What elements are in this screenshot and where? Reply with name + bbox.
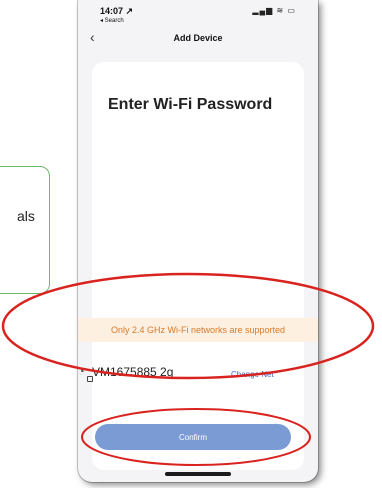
nav-bar: ‹ Add Device	[78, 28, 318, 50]
callout-box: als	[0, 166, 50, 294]
back-to-search-link[interactable]: ◂ Search	[100, 17, 124, 24]
change-network-link[interactable]: Change Net	[231, 370, 274, 379]
phone-screen: 14:07 ↗ ◂ Search ▂▄▆ ≋ ▭ ‹ Add Device En…	[78, 0, 318, 482]
home-indicator	[165, 472, 231, 476]
frequency-warning-banner: Only 2.4 GHz Wi-Fi networks are supporte…	[78, 318, 318, 342]
confirm-button[interactable]: Confirm	[95, 424, 291, 450]
content-card: Enter Wi-Fi Password	[92, 62, 304, 470]
page-title: Add Device	[173, 33, 223, 43]
status-bar: 14:07 ↗ ◂ Search ▂▄▆ ≋ ▭	[78, 0, 318, 30]
callout-text: als	[17, 208, 35, 224]
status-time: 14:07 ↗	[100, 6, 134, 16]
network-row: ◔ VM1675885 2g Change Net	[78, 362, 318, 384]
wifi-icon: ◔	[78, 366, 85, 378]
network-name: VM1675885 2g	[92, 365, 174, 379]
signal-wifi-battery-icon: ▂▄▆ ≋ ▭	[252, 6, 296, 15]
wifi-password-heading: Enter Wi-Fi Password	[108, 96, 273, 113]
